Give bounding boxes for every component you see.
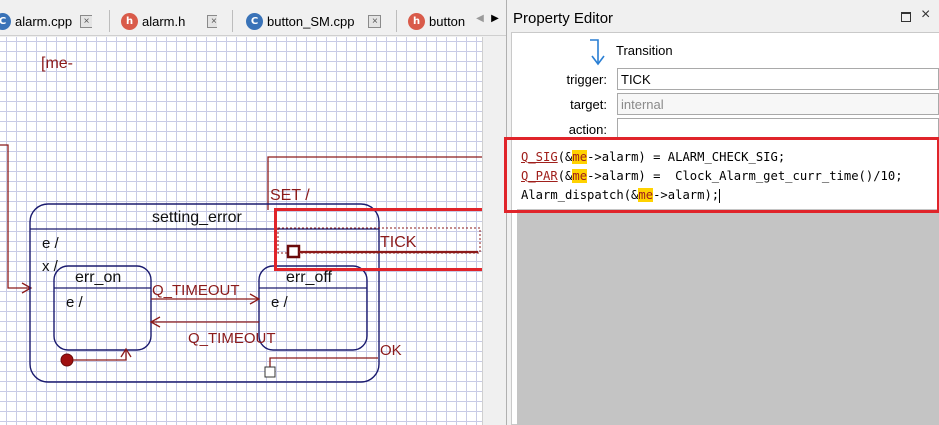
state-name: setting_error [152,209,242,226]
cpp-file-icon: C [0,13,11,30]
tab-alarm-h[interactable]: h alarm.h × [121,8,217,35]
close-icon[interactable]: × [368,15,382,28]
trigger-field[interactable]: TICK [617,68,939,90]
initial-transition-line[interactable] [73,350,127,361]
guard-text: [me- [41,55,73,72]
tab-separator [109,10,110,32]
state-diagram: [me- SET / setting_error e / x / TICK er… [0,55,482,383]
transition-anchor[interactable] [264,366,276,378]
action-label: action: [568,122,607,137]
tab-label: button_SM.cpp [267,14,355,29]
cpp-file-icon: C [246,13,263,30]
tick-label[interactable]: TICK [380,234,417,251]
tab-button-sm-cpp[interactable]: C button_SM.cpp × [246,8,386,35]
tab-separator [396,10,397,32]
state-diagram-canvas[interactable]: [me- SET / setting_error e / x / TICK er… [0,37,482,425]
tab-label: alarm.cpp [15,14,73,29]
close-icon[interactable]: × [207,15,217,28]
editor-empty-area [517,209,939,425]
highlight-box [504,137,939,213]
ok-label[interactable]: OK [380,342,402,359]
target-field[interactable]: internal [617,93,939,115]
panel-title: Property Editor [513,10,614,27]
element-kind-label: Transition [616,43,673,58]
float-panel-icon[interactable] [901,12,911,22]
err-on-name: err_on [75,269,121,286]
initial-pseudostate[interactable] [60,353,74,367]
header-file-icon: h [121,13,138,30]
trigger-label: trigger: [566,72,607,87]
entry-transition-line[interactable] [0,144,30,289]
close-icon[interactable]: × [921,6,930,24]
panel-splitter[interactable] [482,37,506,425]
transition-icon [590,39,605,66]
timeout-back-label[interactable]: Q_TIMEOUT [188,330,276,347]
close-icon[interactable]: × [80,15,92,28]
tab-scroll-right-icon[interactable]: ▶ [489,10,501,28]
err-on-entry: e / [66,294,84,311]
tab-label: button [429,14,466,29]
tab-button[interactable]: h button [408,8,466,35]
tab-alarm-cpp[interactable]: C alarm.cpp × [0,8,92,35]
timeout-forward-label[interactable]: Q_TIMEOUT [152,282,240,299]
target-label: target: [570,97,607,112]
tab-label: alarm.h [142,14,186,29]
err-off-name: err_off [286,269,333,286]
err-off-entry: e / [271,294,289,311]
tab-separator [232,10,233,32]
ok-transition-line[interactable] [269,357,378,367]
tick-anchor-handle[interactable] [286,244,301,259]
state-entry-action: e / [42,235,60,252]
header-file-icon: h [408,13,425,30]
editor-tab-bar: C alarm.cpp × h alarm.h × C button_SM.cp… [0,0,506,36]
tab-scroll-left-icon[interactable]: ◀ [474,10,486,28]
state-exit-action: x / [42,258,59,275]
property-editor-panel: Property Editor × Transition trigger: TI… [504,0,939,425]
set-label[interactable]: SET / [270,187,310,204]
